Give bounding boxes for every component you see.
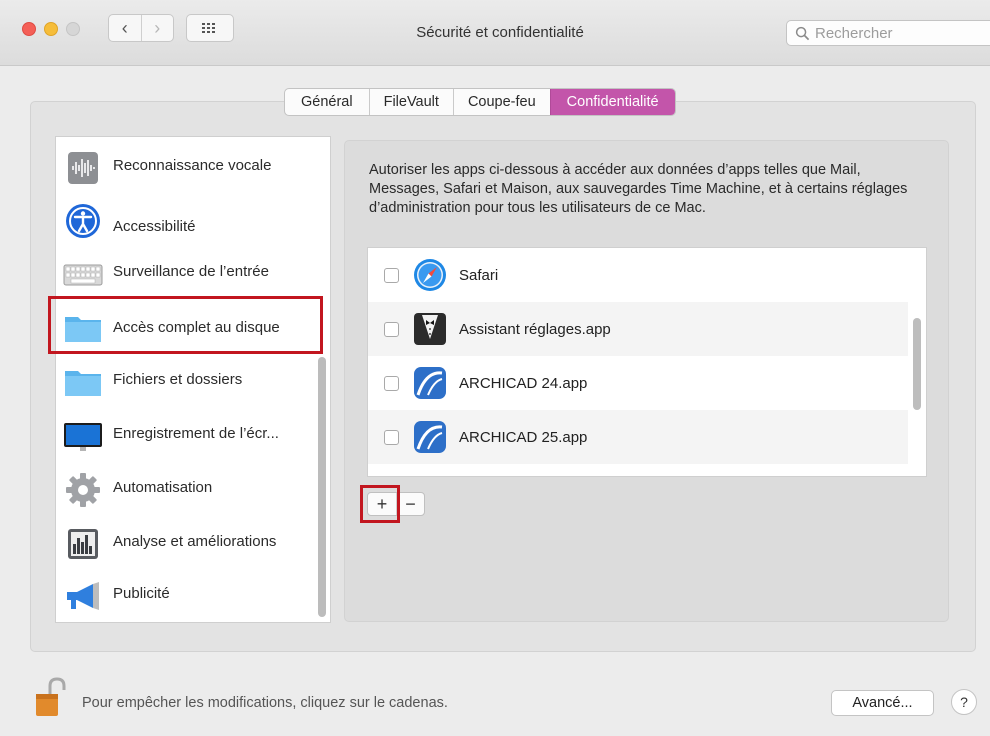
zoom-window-button[interactable] (66, 22, 80, 36)
navigation-buttons: ‹ › (108, 14, 174, 42)
sidebar-item-analytics[interactable]: Analyse et améliorations (56, 517, 318, 571)
app-checkbox[interactable] (384, 375, 399, 391)
app-row-safari[interactable]: Safari (368, 248, 908, 302)
remove-app-button[interactable]: − (396, 493, 424, 515)
search-field[interactable]: Rechercher (786, 20, 990, 46)
display-icon (64, 423, 102, 451)
archicad-icon (414, 421, 446, 453)
title-bar: ‹ › Sécurité et confidentialité Recherch… (0, 0, 990, 66)
add-button-highlight-box (360, 485, 400, 523)
chevron-left-icon: ‹ (121, 17, 128, 38)
app-list[interactable]: Safari Assistant réglages.app ARCHICAD 2… (367, 247, 927, 477)
advanced-button[interactable]: Avancé... (831, 690, 934, 716)
accessibility-icon (66, 204, 100, 238)
sidebar-item-label: Fichiers et dossiers (113, 371, 243, 388)
forward-button[interactable]: › (140, 15, 174, 41)
help-button[interactable]: ? (951, 689, 977, 715)
description-text: Autoriser les apps ci-dessous à accéder … (369, 162, 908, 216)
sidebar-item-accessibility[interactable]: Accessibilité (56, 193, 318, 247)
back-button[interactable]: ‹ (109, 15, 141, 41)
sidebar-item-input-monitoring[interactable]: Surveillance de l’entrée (56, 247, 318, 301)
window-title: Sécurité et confidentialité (416, 24, 584, 41)
app-row-setup-assistant[interactable]: Assistant réglages.app (368, 302, 908, 356)
show-all-button[interactable] (186, 14, 234, 42)
folder-icon (65, 371, 101, 396)
app-checkbox[interactable] (384, 267, 399, 283)
app-label: Assistant réglages.app (459, 320, 611, 338)
sidebar-item-label: Automatisation (113, 479, 213, 496)
lock-instruction-text: Pour empêcher les modifications, cliquez… (82, 695, 448, 711)
sidebar-item-speech-recognition[interactable]: Reconnaissance vocale (56, 141, 318, 195)
app-row-archicad-24[interactable]: ARCHICAD 24.app (368, 356, 908, 410)
chevron-right-icon: › (154, 17, 161, 38)
sidebar-item-label: Accessibilité (113, 218, 196, 235)
preferences-window: ‹ › Sécurité et confidentialité Recherch… (0, 0, 990, 736)
app-list-scrollbar[interactable] (913, 318, 921, 410)
tab-general[interactable]: Général (285, 89, 369, 115)
selection-highlight-box (48, 296, 323, 354)
waveform-icon (68, 152, 98, 184)
sidebar-item-screen-recording[interactable]: Enregistrement de l’écr... (56, 409, 318, 463)
minimize-window-button[interactable] (44, 22, 58, 36)
sidebar-scrollbar[interactable] (318, 357, 326, 617)
segmented-tabs: Général FileVault Coupe-feu Confidential… (284, 88, 676, 116)
app-row-archicad-25[interactable]: ARCHICAD 25.app (368, 410, 908, 464)
keyboard-icon (63, 264, 103, 286)
search-icon (795, 26, 810, 40)
bar-chart-icon (68, 529, 98, 559)
app-label: ARCHICAD 25.app (459, 428, 588, 446)
megaphone-icon (67, 582, 99, 610)
tab-filevault[interactable]: FileVault (368, 89, 453, 115)
grid-icon (202, 23, 215, 33)
tab-privacy[interactable]: Confidentialité (549, 89, 675, 115)
sidebar-item-advertising[interactable]: Publicité (56, 569, 318, 622)
sidebar-item-label: Enregistrement de l’écr... (113, 425, 279, 442)
sidebar-item-files-and-folders[interactable]: Fichiers et dossiers (56, 355, 318, 409)
tuxedo-icon (414, 313, 446, 345)
app-checkbox[interactable] (384, 321, 399, 337)
app-label: Safari (459, 266, 499, 284)
sidebar-item-label: Reconnaissance vocale (113, 157, 272, 174)
sidebar-item-label: Surveillance de l’entrée (113, 263, 269, 280)
sidebar-item-automation[interactable]: Automatisation (56, 463, 318, 517)
gear-icon (66, 473, 100, 507)
close-window-button[interactable] (22, 22, 36, 36)
tab-firewall[interactable]: Coupe-feu (452, 89, 550, 115)
unlocked-padlock-icon[interactable] (30, 676, 74, 720)
safari-icon (414, 259, 446, 291)
search-placeholder: Rechercher (815, 24, 893, 42)
sidebar-item-label: Analyse et améliorations (113, 533, 277, 550)
privacy-category-list[interactable]: Reconnaissance vocale Accessibilité Surv… (55, 136, 331, 623)
sidebar-item-label: Publicité (113, 585, 170, 602)
archicad-icon (414, 367, 446, 399)
app-label: ARCHICAD 24.app (459, 374, 588, 392)
app-checkbox[interactable] (384, 429, 399, 445)
